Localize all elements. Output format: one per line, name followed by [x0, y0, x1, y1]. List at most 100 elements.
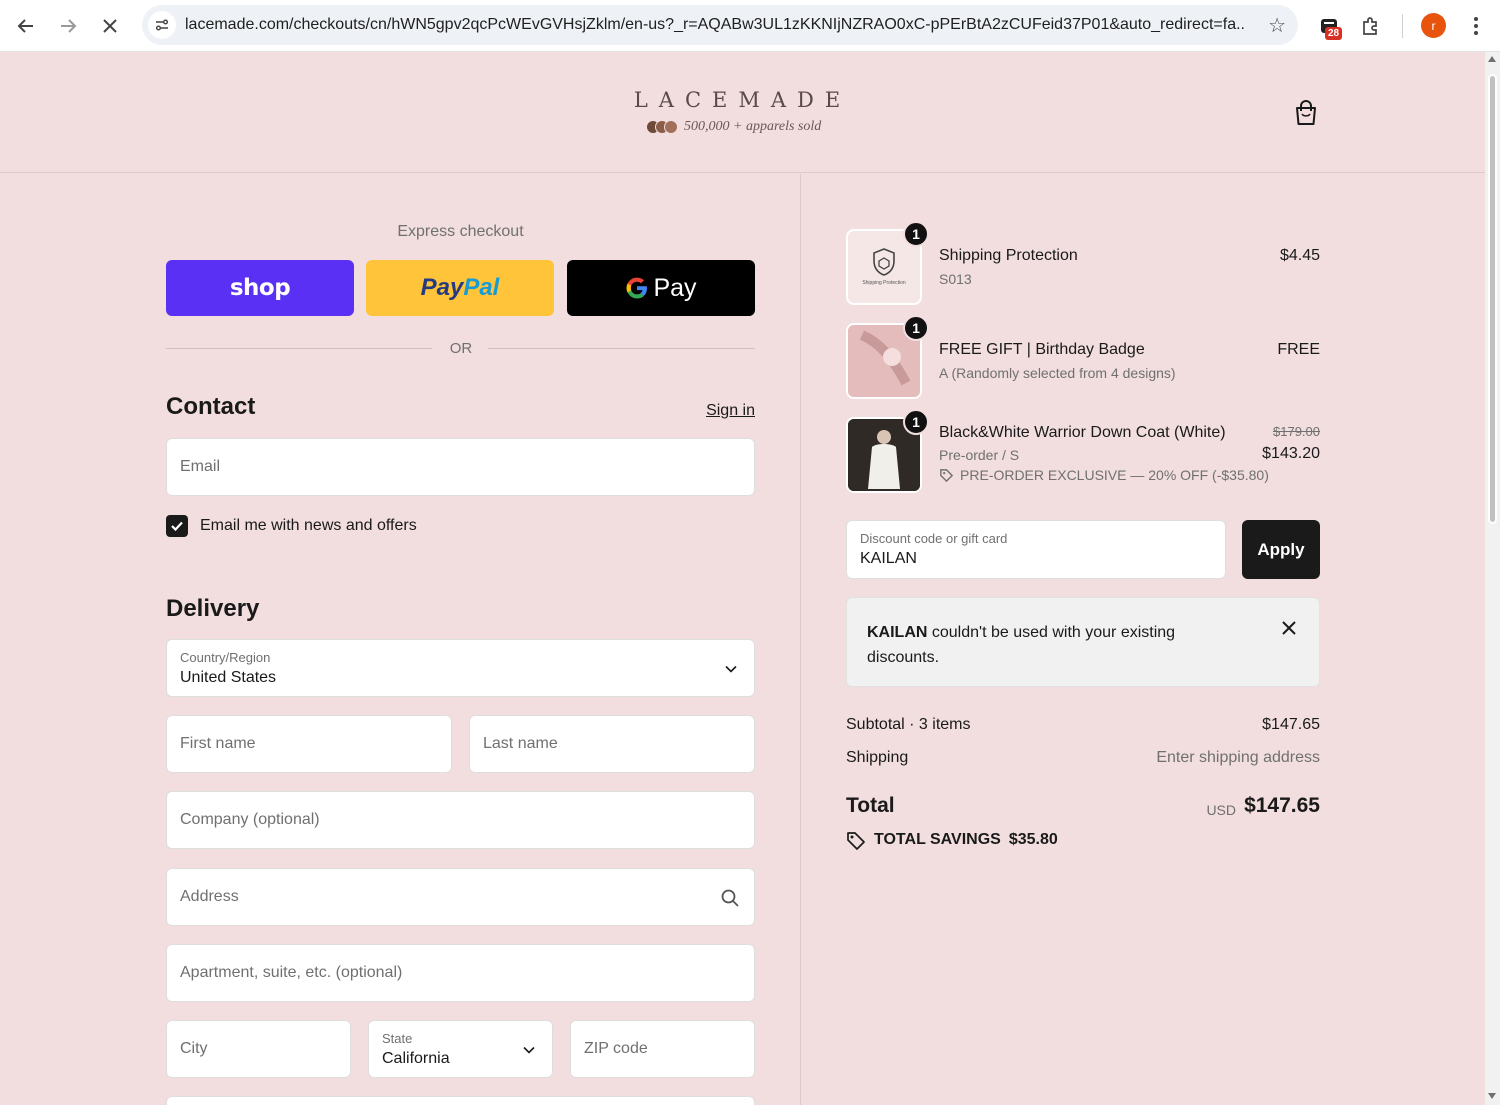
shop-pay-button[interactable]: shop: [166, 260, 354, 316]
tag-icon: [940, 468, 954, 482]
city-placeholder: City: [180, 1040, 208, 1057]
delivery-heading: Delivery: [166, 595, 260, 622]
apartment-field[interactable]: Apartment, suite, etc. (optional): [166, 944, 755, 1002]
zip-field[interactable]: ZIP code: [570, 1020, 755, 1078]
subtotal-label: Subtotal · 3 items: [846, 716, 971, 733]
item-name: Black&White Warrior Down Coat (White): [939, 424, 1226, 441]
state-label: State: [382, 1031, 413, 1046]
subtotal-row: Subtotal · 3 items $147.65: [846, 716, 1320, 734]
arrow-right-icon: [61, 19, 77, 33]
url-text[interactable]: lacemade.com/checkouts/cn/hWN5gpv2qcPcWE…: [185, 16, 1245, 34]
arrow-left-icon: [17, 19, 33, 33]
apartment-placeholder: Apartment, suite, etc. (optional): [180, 964, 403, 981]
savings-label: TOTAL SAVINGS: [874, 831, 1001, 848]
store-logo[interactable]: LACEMADE: [620, 88, 865, 112]
paypal-button[interactable]: Pay Pal: [366, 260, 554, 316]
item-variant: A (Randomly selected from 4 designs): [939, 365, 1176, 381]
currency-code: USD: [1206, 802, 1236, 818]
chevron-down-icon: [523, 1046, 535, 1054]
item-price: $143.20: [1262, 445, 1320, 462]
item-name: Shipping Protection: [939, 247, 1078, 264]
item-promotion: PRE-ORDER EXCLUSIVE — 20% OFF (-$35.80): [939, 467, 1269, 483]
country-label: Country/Region: [180, 650, 271, 665]
item-price: $4.45: [1279, 247, 1320, 264]
city-field[interactable]: City: [166, 1020, 351, 1078]
phone-field[interactable]: [166, 1096, 755, 1105]
item-original-price: $179.00: [1273, 424, 1320, 439]
column-divider: [800, 174, 801, 1105]
toolbar-divider: [1402, 14, 1403, 38]
customer-faces-icon: [646, 120, 678, 134]
total-value: $147.65: [1244, 794, 1320, 817]
last-name-field[interactable]: Last name: [469, 715, 755, 773]
address-field[interactable]: Address: [166, 868, 755, 926]
page-scrollbar[interactable]: [1485, 52, 1500, 1105]
discount-label: Discount code or gift card: [860, 531, 1008, 546]
sign-in-link[interactable]: Sign in: [706, 402, 755, 420]
scroll-up-icon[interactable]: [1488, 56, 1496, 62]
newsletter-option[interactable]: Email me with news and offers: [166, 515, 417, 537]
country-value: United States: [180, 669, 277, 686]
company-field[interactable]: Company (optional): [166, 791, 755, 849]
tagline-text: 500,000 + apparels sold: [684, 119, 822, 134]
contact-heading: Contact: [166, 393, 256, 420]
address-placeholder: Address: [180, 888, 239, 905]
shop-pay-label: shop: [229, 275, 291, 301]
total-row: Total USD $147.65: [846, 794, 1320, 818]
scrollbar-thumb[interactable]: [1488, 74, 1497, 524]
paypal-label-a: Pay: [420, 274, 464, 301]
zip-placeholder: ZIP code: [584, 1040, 648, 1057]
notice-message: KAILAN couldn't be used with your existi…: [867, 620, 1247, 670]
search-icon: [721, 889, 739, 907]
shipping-value: Enter shipping address: [1156, 749, 1320, 766]
store-tagline: 500,000 + apparels sold: [646, 119, 821, 135]
cart-item: 1 Black&White Warrior Down Coat (White) …: [846, 409, 1320, 493]
google-pay-label: Pay: [653, 273, 697, 302]
browser-menu-icon[interactable]: [1466, 12, 1486, 40]
express-checkout-label: Express checkout: [397, 223, 524, 240]
extensions-puzzle-icon[interactable]: [1357, 12, 1385, 40]
email-field[interactable]: Email: [166, 438, 755, 496]
quantity-badge: 1: [903, 409, 929, 435]
forward-button[interactable]: [52, 10, 84, 42]
item-price: FREE: [1277, 341, 1320, 358]
apply-discount-button[interactable]: Apply: [1242, 520, 1320, 579]
back-button[interactable]: [10, 10, 42, 42]
item-name: FREE GIFT | Birthday Badge: [939, 341, 1145, 358]
thumbnail-caption: Shipping Protection: [862, 280, 906, 286]
checkmark-icon: [171, 521, 183, 532]
chevron-down-icon: [725, 665, 737, 673]
shipping-label: Shipping: [846, 749, 909, 766]
quantity-badge: 1: [903, 221, 929, 247]
total-savings: TOTAL SAVINGS $35.80: [846, 830, 1058, 850]
newsletter-checkbox[interactable]: [166, 515, 188, 537]
bookmark-star-icon[interactable]: ☆: [1268, 13, 1286, 38]
savings-value: $35.80: [1008, 831, 1058, 848]
item-variant: Pre-order / S: [939, 447, 1020, 463]
quantity-badge: 1: [903, 315, 929, 341]
company-placeholder: Company (optional): [180, 811, 320, 828]
email-placeholder: Email: [180, 458, 221, 475]
stop-loading-button[interactable]: [94, 10, 126, 42]
state-select[interactable]: State California: [368, 1020, 553, 1078]
cart-button[interactable]: [1291, 98, 1321, 128]
browser-toolbar: lacemade.com/checkouts/cn/hWN5gpv2qcPcWE…: [0, 0, 1500, 52]
profile-avatar[interactable]: r: [1421, 13, 1446, 38]
cart-item: Shipping Protection 1 Shipping Protectio…: [846, 221, 1320, 305]
address-bar[interactable]: lacemade.com/checkouts/cn/hWN5gpv2qcPcWE…: [142, 5, 1298, 45]
country-select[interactable]: Country/Region United States: [166, 639, 755, 697]
or-text: OR: [449, 340, 473, 357]
state-value: California: [382, 1050, 450, 1067]
close-icon[interactable]: [1281, 620, 1297, 636]
site-info-icon[interactable]: [148, 11, 176, 39]
discount-value: KAILAN: [860, 550, 917, 567]
scroll-down-icon[interactable]: [1488, 1093, 1496, 1099]
or-separator: OR: [166, 339, 755, 359]
newsletter-label: Email me with news and offers: [200, 517, 417, 534]
promotion-text: PRE-ORDER EXCLUSIVE — 20% OFF (-$35.80): [960, 467, 1269, 483]
first-name-placeholder: First name: [180, 735, 256, 752]
total-label: Total: [846, 794, 895, 817]
first-name-field[interactable]: First name: [166, 715, 452, 773]
google-pay-button[interactable]: Pay: [567, 260, 755, 316]
discount-code-field[interactable]: Discount code or gift card KAILAN: [846, 520, 1226, 579]
